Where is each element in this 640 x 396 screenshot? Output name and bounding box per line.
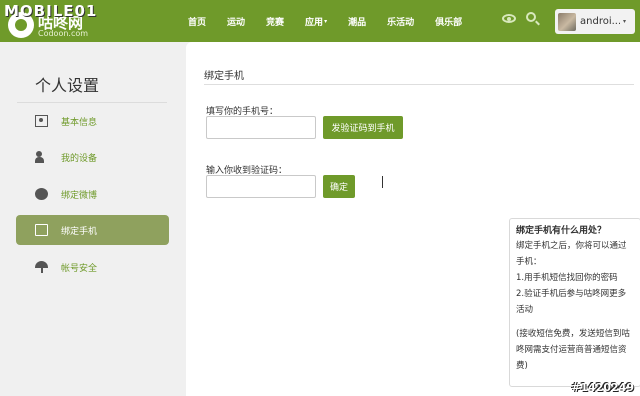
nav-products-label: 潮品: [348, 17, 367, 28]
nav-products[interactable]: 潮品: [348, 15, 366, 28]
main-content: 绑定手机 填写你的手机号： 发验证码到手机 输入你收到验证码： 确定 绑定手机有…: [186, 42, 640, 396]
username: androi...: [580, 16, 620, 27]
phone-icon: [35, 224, 48, 236]
chevron-down-icon: ▾: [623, 18, 627, 25]
info-title: 绑定手机有什么用处？: [516, 226, 607, 236]
sidebar-item-label: 绑定手机: [61, 226, 98, 237]
umbrella-icon: [35, 261, 48, 273]
sidebar-item-label: 绑定微博: [61, 190, 98, 201]
sidebar-divider: [17, 102, 167, 103]
watermark-bottom: #1420249: [571, 381, 634, 394]
nav-activities-label: 乐活动: [387, 17, 415, 28]
nav-home[interactable]: 首页: [188, 15, 206, 28]
sidebar-title: 个人设置: [35, 76, 100, 95]
nav-sports-label: 运动: [227, 17, 246, 28]
top-navigation-bar: 咕咚网 Codoon.com MOBILE01 首页 运动 竞赛 应用 ▾ 潮品 …: [0, 0, 640, 42]
eye-icon[interactable]: [502, 14, 516, 23]
sidebar-item-label: 帐号安全: [61, 263, 98, 274]
nav-clubs[interactable]: 俱乐部: [435, 15, 462, 28]
user-menu-button[interactable]: androi... ▾: [555, 9, 635, 34]
confirm-button[interactable]: 确定: [323, 175, 355, 198]
info-line: 1.用手机短信找回你的密码: [516, 273, 618, 283]
logo-text-en: Codoon.com: [38, 29, 89, 38]
chevron-down-icon: ▾: [324, 17, 328, 25]
nav-competition-label: 竞赛: [266, 17, 285, 28]
settings-sidebar: 个人设置 基本信息 我的设备 绑定微博 绑定手机 帐号安全: [0, 42, 186, 396]
profile-card-icon: [35, 115, 48, 127]
info-line: 2.验证手机后参与咕咚网更多活动: [516, 289, 627, 315]
nav-apps[interactable]: 应用 ▾: [305, 15, 327, 28]
avatar: [558, 12, 576, 31]
nav-activities[interactable]: 乐活动: [387, 15, 414, 28]
watermark-top: MOBILE01: [4, 2, 98, 20]
page-title: 绑定手机: [204, 71, 244, 82]
info-line: 绑定手机之后，你将可以通过手机：: [516, 241, 627, 267]
sidebar-item-my-devices[interactable]: 我的设备: [16, 142, 169, 172]
sidebar-item-basic-info[interactable]: 基本信息: [16, 106, 169, 136]
sidebar-item-bind-phone[interactable]: 绑定手机: [16, 215, 169, 245]
text-cursor: [382, 176, 383, 188]
nav-sports[interactable]: 运动: [227, 15, 245, 28]
sidebar-item-label: 基本信息: [61, 117, 98, 128]
search-icon[interactable]: [526, 12, 536, 22]
nav-home-label: 首页: [188, 17, 207, 28]
sidebar-item-bind-weibo[interactable]: 绑定微博: [16, 179, 169, 209]
phone-number-input[interactable]: [206, 116, 316, 139]
title-divider: [204, 84, 634, 85]
nav-clubs-label: 俱乐部: [435, 17, 463, 28]
sidebar-item-label: 我的设备: [61, 153, 98, 164]
info-panel: 绑定手机有什么用处？ 绑定手机之后，你将可以通过手机： 1.用手机短信找回你的密…: [509, 218, 640, 387]
nav-competition[interactable]: 竞赛: [266, 15, 284, 28]
info-note: (接收短信免费，发送短信到咕咚网需支付运营商普通短信资费): [516, 329, 630, 371]
user-device-icon: [35, 151, 48, 163]
main-nav: 首页 运动 竞赛 应用 ▾ 潮品 乐活动 俱乐部: [188, 0, 483, 42]
sidebar-item-account-security[interactable]: 帐号安全: [16, 252, 169, 282]
weibo-icon: [35, 188, 48, 200]
nav-apps-label: 应用: [305, 17, 324, 28]
send-code-button[interactable]: 发验证码到手机: [323, 116, 403, 139]
verification-code-input[interactable]: [206, 175, 316, 198]
